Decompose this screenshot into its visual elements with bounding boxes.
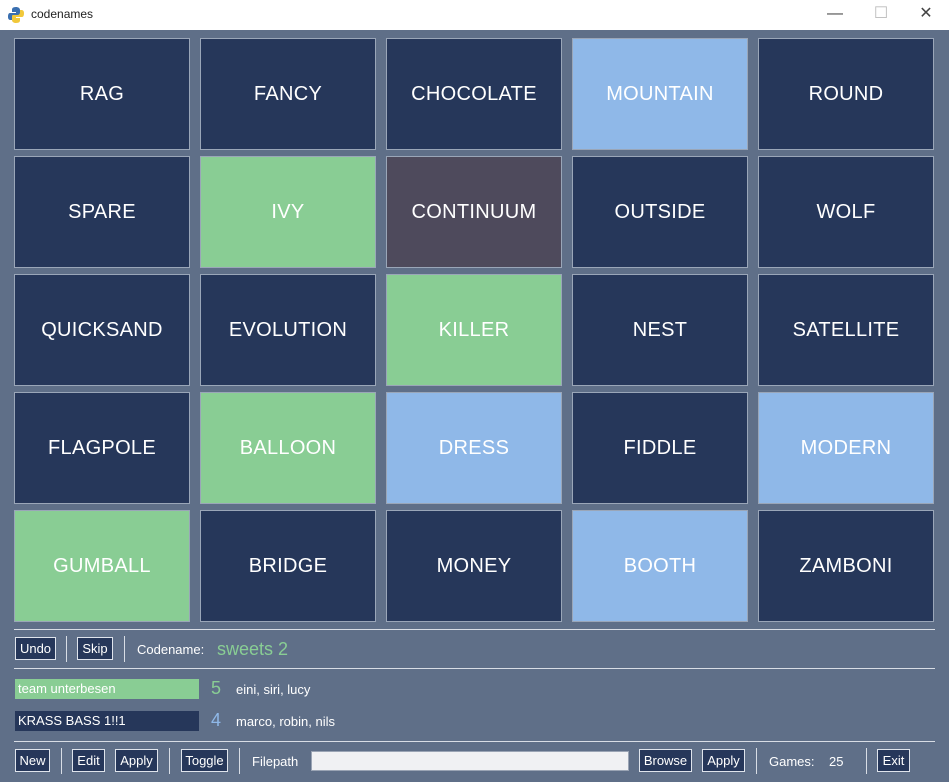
card-rag[interactable]: RAG [14, 38, 190, 150]
separator [61, 748, 62, 774]
card-mountain[interactable]: MOUNTAIN [572, 38, 748, 150]
separator [169, 748, 170, 774]
team-members: eini, siri, lucy [236, 682, 311, 697]
browse-button[interactable]: Browse [639, 749, 692, 772]
card-money[interactable]: MONEY [386, 510, 562, 622]
filepath-label: Filepath [252, 754, 299, 769]
skip-button[interactable]: Skip [77, 637, 113, 660]
toggle-button[interactable]: Toggle [181, 749, 228, 772]
edit-button[interactable]: Edit [72, 749, 105, 772]
card-wolf[interactable]: WOLF [758, 156, 934, 268]
games-label: Games: [769, 754, 815, 769]
card-fiddle[interactable]: FIDDLE [572, 392, 748, 504]
window-title: codenames [31, 7, 94, 21]
team-score: 4 [211, 710, 222, 730]
card-continuum[interactable]: CONTINUUM [386, 156, 562, 268]
undo-button[interactable]: Undo [15, 637, 56, 660]
separator [66, 636, 67, 662]
card-bridge[interactable]: BRIDGE [200, 510, 376, 622]
card-nest[interactable]: NEST [572, 274, 748, 386]
card-flagpole[interactable]: FLAGPOLE [14, 392, 190, 504]
card-spare[interactable]: SPARE [14, 156, 190, 268]
separator [866, 748, 867, 774]
card-balloon[interactable]: BALLOON [200, 392, 376, 504]
separator [124, 636, 125, 662]
card-killer[interactable]: KILLER [386, 274, 562, 386]
card-satellite[interactable]: SATELLITE [758, 274, 934, 386]
card-evolution[interactable]: EVOLUTION [200, 274, 376, 386]
team-members: marco, robin, nils [236, 714, 335, 729]
divider [14, 629, 935, 630]
card-outside[interactable]: OUTSIDE [572, 156, 748, 268]
card-dress[interactable]: DRESS [386, 392, 562, 504]
card-gumball[interactable]: GUMBALL [14, 510, 190, 622]
card-ivy[interactable]: IVY [200, 156, 376, 268]
filepath-input[interactable] [311, 751, 629, 771]
codename-value: sweets 2 [217, 639, 289, 659]
card-quicksand[interactable]: QUICKSAND [14, 274, 190, 386]
title-bar: codenames — ☐ ✕ [0, 0, 949, 30]
divider [14, 668, 935, 669]
separator [239, 748, 240, 774]
card-zamboni[interactable]: ZAMBONI [758, 510, 934, 622]
team-name: KRASS BASS 1!!1 [15, 711, 199, 731]
card-chocolate[interactable]: CHOCOLATE [386, 38, 562, 150]
separator [756, 748, 757, 774]
python-icon [8, 7, 24, 23]
maximize-icon[interactable]: ☐ [858, 0, 904, 30]
exit-button[interactable]: Exit [877, 749, 910, 772]
close-icon[interactable]: ✕ [903, 0, 949, 30]
codename-label: Codename: [137, 642, 205, 657]
team-score: 5 [211, 678, 222, 698]
new-button[interactable]: New [15, 749, 50, 772]
card-modern[interactable]: MODERN [758, 392, 934, 504]
team-name: team unterbesen [15, 679, 199, 699]
card-fancy[interactable]: FANCY [200, 38, 376, 150]
card-board: RAG FANCY CHOCOLATE MOUNTAIN ROUND SPARE IVY CO… [14, 38, 936, 622]
card-round[interactable]: ROUND [758, 38, 934, 150]
card-booth[interactable]: BOOTH [572, 510, 748, 622]
minimize-icon[interactable]: — [812, 0, 858, 30]
apply-file-button[interactable]: Apply [702, 749, 745, 772]
apply-button[interactable]: Apply [115, 749, 158, 772]
games-value: 25 [829, 754, 844, 769]
divider [14, 741, 935, 742]
